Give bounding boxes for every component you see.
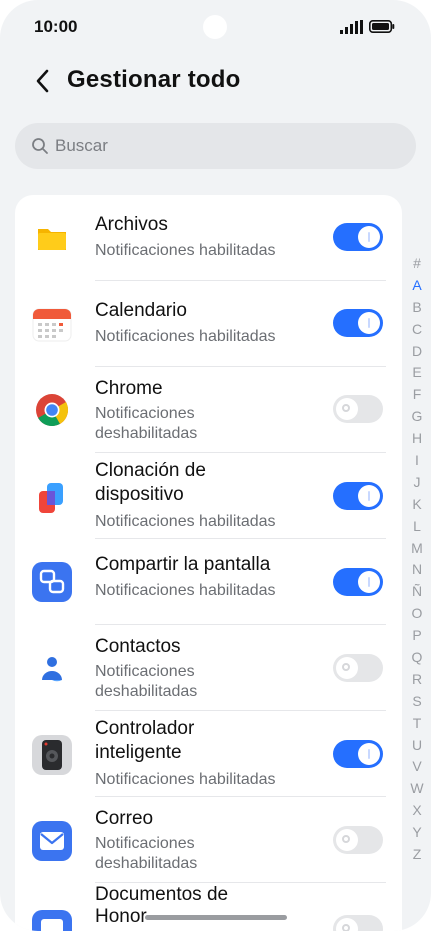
status-time: 10:00	[34, 17, 78, 36]
index-letter[interactable]: E	[407, 362, 427, 384]
notification-toggle[interactable]	[333, 740, 383, 768]
index-letter[interactable]: Y	[407, 822, 427, 844]
app-name: Archivos	[95, 214, 168, 235]
notification-status: Notificaciones habilitadas	[95, 513, 276, 530]
index-letter[interactable]: U	[407, 735, 427, 757]
notification-status: Notificaciones habilitadas	[95, 582, 276, 599]
notification-status: Notificaciones habilitadas	[95, 328, 276, 345]
app-name: Controlador	[95, 718, 195, 739]
search-placeholder: Buscar	[55, 136, 108, 155]
notification-status: deshabilitadas	[95, 855, 198, 872]
notification-toggle[interactable]	[333, 395, 383, 423]
list-item[interactable]: Correo Notificaciones deshabilitadas	[15, 797, 402, 883]
index-letter[interactable]: C	[407, 319, 427, 341]
app-name: Calendario	[95, 300, 187, 321]
app-list: Archivos Notificaciones habilitadas Cale…	[15, 195, 402, 931]
status-bar: 10:00	[0, 0, 431, 56]
index-letter[interactable]: X	[407, 800, 427, 822]
index-letter[interactable]: H	[407, 428, 427, 450]
front-camera	[203, 15, 227, 39]
notification-toggle[interactable]	[333, 482, 383, 510]
device-clone-icon	[39, 483, 63, 513]
search-input[interactable]: Buscar	[15, 123, 416, 169]
back-arrow-icon[interactable]	[33, 68, 53, 94]
notification-toggle[interactable]	[333, 309, 383, 337]
index-letter[interactable]: #	[407, 253, 427, 275]
index-letter[interactable]: A	[407, 275, 427, 297]
mail-icon	[32, 821, 72, 861]
search-icon	[32, 138, 48, 154]
signal-icon	[340, 20, 363, 34]
index-letter[interactable]: J	[407, 472, 427, 494]
index-letter[interactable]: R	[407, 669, 427, 691]
notification-status: Notificaciones	[95, 663, 195, 680]
notification-toggle[interactable]	[333, 915, 383, 931]
index-letter[interactable]: S	[407, 691, 427, 713]
notification-status: Notificaciones	[95, 405, 195, 422]
notification-status: Notificaciones habilitadas	[95, 242, 276, 259]
index-letter[interactable]: M	[407, 538, 427, 560]
index-letter[interactable]: P	[407, 625, 427, 647]
index-letter[interactable]: N	[407, 559, 427, 581]
app-name: Chrome	[95, 378, 163, 399]
screen-share-icon	[32, 562, 72, 602]
phone-screen: 10:00 Gestionar todo Buscar Archivos Not…	[0, 0, 431, 931]
list-item[interactable]: Contactos Notificaciones deshabilitadas	[15, 625, 402, 711]
notification-status: Notificaciones	[95, 835, 195, 852]
chrome-icon	[36, 394, 69, 427]
list-item[interactable]: Chrome Notificaciones deshabilitadas	[15, 367, 402, 453]
app-name: Contactos	[95, 636, 181, 657]
index-letter[interactable]: Ñ	[407, 581, 427, 603]
notification-status: deshabilitadas	[95, 683, 198, 700]
contacts-icon	[42, 657, 62, 682]
index-letter[interactable]: I	[407, 450, 427, 472]
app-name: dispositivo	[95, 484, 184, 505]
notification-toggle[interactable]	[333, 826, 383, 854]
app-name: Clonación de	[95, 460, 206, 481]
header: Gestionar todo	[0, 56, 431, 106]
index-letter[interactable]: O	[407, 603, 427, 625]
app-name: Compartir la pantalla	[95, 554, 271, 575]
list-item[interactable]: Archivos Notificaciones habilitadas	[15, 195, 402, 281]
notification-toggle[interactable]	[333, 223, 383, 251]
index-letter[interactable]: F	[407, 384, 427, 406]
app-name: Documentos de	[95, 884, 229, 905]
calendar-icon	[32, 308, 72, 342]
index-letter[interactable]: W	[407, 778, 427, 800]
notification-toggle[interactable]	[333, 568, 383, 596]
app-name: Honor	[95, 906, 147, 927]
index-letter[interactable]: T	[407, 713, 427, 735]
smart-remote-icon	[32, 735, 72, 775]
app-name: inteligente	[95, 742, 182, 763]
battery-icon	[369, 20, 395, 33]
page-title: Gestionar todo	[67, 66, 241, 93]
list-item[interactable]: Compartir la pantalla Notificaciones hab…	[15, 539, 402, 625]
index-letter[interactable]: B	[407, 297, 427, 319]
index-letter[interactable]: L	[407, 516, 427, 538]
list-item[interactable]: Clonación de dispositivo Notificaciones …	[15, 453, 402, 539]
notification-status: Notificaciones habilitadas	[95, 771, 276, 788]
home-indicator[interactable]	[145, 915, 287, 920]
notification-status: deshabilitadas	[95, 425, 198, 442]
app-name: Correo	[95, 808, 154, 829]
index-letter[interactable]: V	[407, 756, 427, 778]
list-item[interactable]: Calendario Notificaciones habilitadas	[15, 281, 402, 367]
index-letter[interactable]: Z	[407, 844, 427, 866]
index-letter[interactable]: D	[407, 341, 427, 363]
files-folder-icon	[38, 229, 66, 250]
index-letter[interactable]: Q	[407, 647, 427, 669]
list-item[interactable]: Controlador inteligente Notificaciones h…	[15, 711, 402, 797]
index-letter[interactable]: K	[407, 494, 427, 516]
index-letter[interactable]: G	[407, 406, 427, 428]
list-item[interactable]: Documentos de Honor	[15, 883, 402, 931]
documents-icon	[32, 910, 72, 931]
alphabet-index[interactable]: # A B C D E F G H I J K L M N Ñ O P Q R S T U V W X Y Z	[407, 253, 427, 866]
notification-toggle[interactable]	[333, 654, 383, 682]
